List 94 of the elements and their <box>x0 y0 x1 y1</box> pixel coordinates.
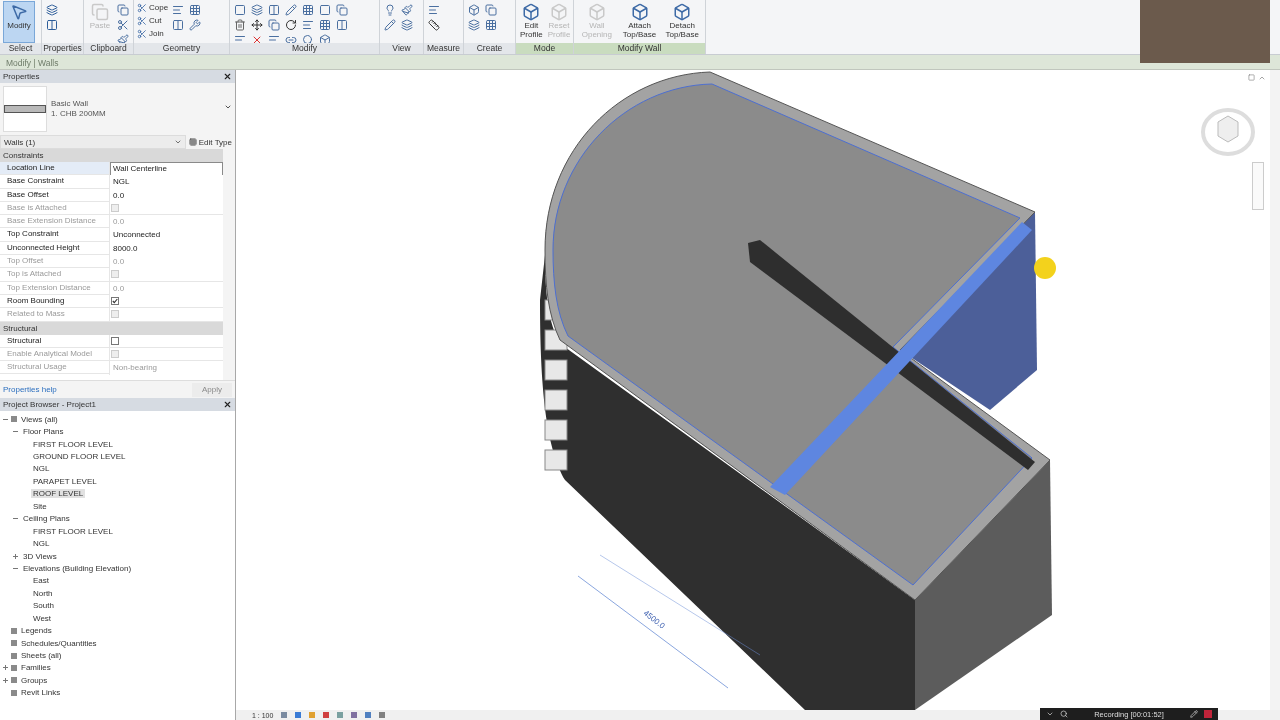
context-bar: Modify | Walls <box>0 55 1280 70</box>
search-icon <box>1060 710 1068 718</box>
tool-icon <box>550 3 568 21</box>
ribbon-tool-button[interactable]: Cope <box>137 1 169 14</box>
ribbon-tool-button[interactable]: Detach Top/Base <box>662 1 702 43</box>
tree-item[interactable]: Elevations (Building Elevation) <box>21 563 134 573</box>
panel-label: Properties <box>42 43 83 54</box>
tool-icon <box>137 15 147 26</box>
property-label: Enable Analytical Model <box>0 347 110 361</box>
checkbox[interactable] <box>111 296 119 305</box>
property-label: Top is Attached <box>0 268 110 281</box>
ribbon-tool-button[interactable]: Cut <box>137 14 169 27</box>
tree-item[interactable]: Floor Plans <box>21 427 66 437</box>
tree-item[interactable]: Ceiling Plans <box>21 514 72 524</box>
edit-type-button[interactable]: Edit Type <box>188 137 232 147</box>
wall-type-preview <box>3 86 47 132</box>
panel-label: Geometry <box>134 43 229 54</box>
panel-title: Project Browser - Project1 <box>3 400 96 409</box>
group-header[interactable]: Constraints <box>0 149 223 162</box>
tree-item[interactable]: North <box>31 588 55 598</box>
tree-item[interactable]: PARAPET LEVEL <box>31 476 99 486</box>
panel-label: Measure <box>424 43 463 54</box>
tool-icon[interactable] <box>284 18 298 31</box>
tree-item[interactable]: GROUND FLOOR LEVEL <box>31 452 128 462</box>
help-link[interactable]: Properties help <box>3 385 57 394</box>
collapse-icon[interactable] <box>1258 74 1266 82</box>
tree-item[interactable]: ROOF LEVEL <box>31 489 86 499</box>
expand-icon[interactable] <box>2 664 9 672</box>
tool-icon <box>587 3 606 21</box>
type-name: 1. CHB 200MM <box>51 109 106 119</box>
tool-icon[interactable] <box>233 18 247 31</box>
tree-item[interactable]: Revit Links <box>19 688 63 698</box>
tree-item[interactable]: Groups <box>19 675 50 685</box>
panel-label: Mode <box>516 43 573 54</box>
tree-item[interactable]: Families <box>19 663 53 673</box>
panel-label: Create <box>464 43 515 54</box>
tree-node-icon <box>11 652 17 659</box>
tree-item[interactable]: NGL <box>31 464 52 474</box>
tree-item[interactable]: West <box>31 613 54 623</box>
ribbon-tool-button[interactable]: Modify <box>3 1 35 43</box>
tool-icon <box>673 3 692 21</box>
close-button[interactable] <box>223 400 232 409</box>
panel-label: View <box>380 43 423 54</box>
tree-item[interactable]: NGL <box>31 539 52 549</box>
ribbon-tool-button[interactable]: Edit Profile <box>519 1 544 43</box>
panel-label: Modify Wall <box>574 43 705 54</box>
ribbon-tool-button[interactable]: Join <box>137 27 169 40</box>
tree-node-icon <box>11 677 17 684</box>
tool-icon <box>630 3 649 21</box>
pencil-icon[interactable] <box>1190 710 1198 718</box>
tool-icon <box>10 3 28 21</box>
property-label: Related to Mass <box>0 308 110 321</box>
tree-node-icon <box>11 689 17 696</box>
tool-icon[interactable] <box>250 18 264 31</box>
property-value[interactable]: Wall Centerline <box>110 162 223 176</box>
tool-icon[interactable] <box>45 18 59 31</box>
tree-node-icon <box>11 664 17 671</box>
scrollbar[interactable] <box>1270 70 1280 710</box>
tree-item[interactable]: 3D Views <box>21 551 59 561</box>
panel-label: Clipboard <box>84 43 133 54</box>
dropdown-icon[interactable] <box>224 103 232 111</box>
tree-item[interactable]: FIRST FLOOR LEVEL <box>31 439 115 449</box>
panel-label: Modify <box>230 43 379 54</box>
menu-icon <box>1046 710 1054 718</box>
tool-icon[interactable] <box>45 3 59 16</box>
close-button[interactable] <box>223 72 232 81</box>
dropdown-icon <box>173 138 182 146</box>
panel-label: Select <box>0 43 41 54</box>
tree-node-icon <box>11 627 17 634</box>
tool-icon <box>91 3 109 21</box>
tree-node-icon <box>11 640 17 647</box>
tree-item[interactable]: Site <box>31 501 49 511</box>
tree-item[interactable]: Schedules/Quantities <box>19 638 99 648</box>
type-family: Basic Wall <box>51 99 90 109</box>
tree-item[interactable]: Views (all) <box>19 414 60 424</box>
instance-selector[interactable]: Walls (1) <box>0 135 186 149</box>
property-label: Structural <box>0 334 110 347</box>
expand-icon[interactable] <box>2 676 9 684</box>
checkbox[interactable] <box>111 336 119 345</box>
expand-icon[interactable] <box>12 552 19 560</box>
tool-icon <box>522 3 541 21</box>
tree-item[interactable]: South <box>31 601 56 611</box>
tree-node-icon <box>11 416 17 423</box>
tool-icon <box>137 2 147 13</box>
tree-item[interactable]: Legends <box>19 626 54 636</box>
tool-icon[interactable] <box>427 18 441 31</box>
tree-item[interactable]: East <box>31 576 51 586</box>
tool-icon <box>137 28 147 39</box>
ribbon-tool-button[interactable]: Attach Top/Base <box>619 1 660 43</box>
tree-item[interactable]: FIRST FLOOR LEVEL <box>31 526 115 536</box>
panel-title: Properties <box>3 72 40 81</box>
property-label: Room Bounding <box>0 294 110 308</box>
tree-item[interactable]: Sheets (all) <box>19 651 64 661</box>
property-label: Base is Attached <box>0 201 110 215</box>
